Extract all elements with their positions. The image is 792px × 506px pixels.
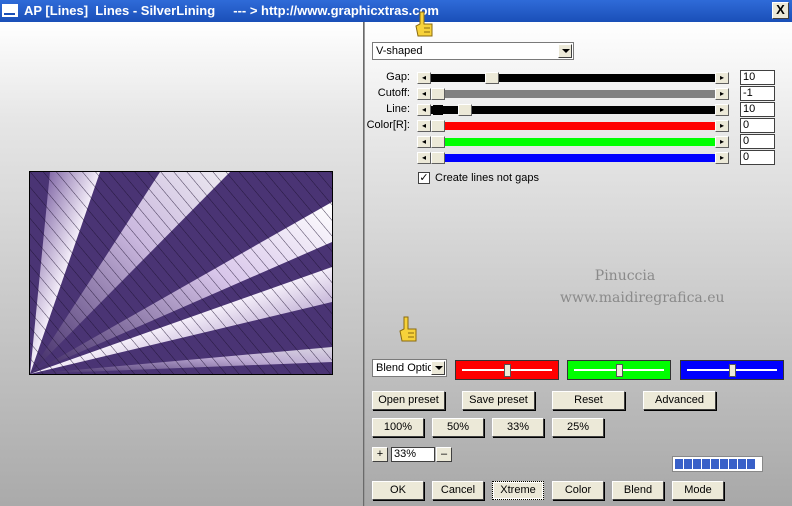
save-preset-button[interactable]: Save preset	[462, 391, 535, 410]
slider-label: Line:	[386, 103, 410, 115]
slider-row-0: Gap: ◂ ▸ 10	[365, 70, 785, 85]
slider-value-field[interactable]: 0	[740, 118, 775, 133]
slider-label: Color[R]:	[366, 119, 410, 131]
slider-decrement-button[interactable]: ◂	[417, 104, 431, 116]
slider-decrement-button[interactable]: ◂	[417, 136, 431, 148]
red-blend-knob[interactable]	[504, 364, 511, 377]
blue-blend-knob[interactable]	[729, 364, 736, 377]
slider-value-field[interactable]: 0	[740, 134, 775, 149]
slider-value-field[interactable]: 0	[740, 150, 775, 165]
watermark-url: www.maidiregrafica.eu	[560, 290, 725, 306]
zoom-out-button[interactable]: –	[436, 447, 452, 462]
slider-row-5: ◂ ▸ 0	[365, 150, 785, 165]
color-button[interactable]: Color	[552, 481, 604, 500]
slider-track[interactable]	[431, 74, 715, 82]
create-lines-checkbox[interactable]: ✓	[418, 172, 430, 184]
slider-value-field[interactable]: 10	[740, 70, 775, 85]
slider-label: Cutoff:	[377, 87, 410, 99]
slider-decrement-button[interactable]: ◂	[417, 120, 431, 132]
open-preset-button[interactable]: Open preset	[372, 391, 445, 410]
blend-button[interactable]: Blend	[612, 481, 664, 500]
zoom-33-button[interactable]: 33%	[492, 418, 544, 437]
slider-value-field[interactable]: -1	[740, 86, 775, 101]
title-bar: AP [Lines] Lines - SilverLining --- > ht…	[0, 0, 792, 22]
pointing-hand-icon	[415, 11, 433, 37]
slider-marker	[433, 105, 443, 115]
zoom-value-field[interactable]: 33%	[391, 447, 435, 462]
slider-thumb[interactable]	[431, 120, 445, 132]
advanced-button[interactable]: Advanced	[643, 391, 716, 410]
preview-pane	[0, 22, 363, 506]
reset-button[interactable]: Reset	[552, 391, 625, 410]
green-blend-knob[interactable]	[616, 364, 623, 377]
slider-row-1: Cutoff: ◂ ▸ -1	[365, 86, 785, 101]
slider-row-2: Line: ◂ ▸ 10	[365, 102, 785, 117]
slider-increment-button[interactable]: ▸	[715, 120, 729, 132]
slider-thumb[interactable]	[485, 72, 499, 84]
watermark-name: Pinuccia	[594, 268, 656, 284]
green-blend-slider[interactable]	[567, 360, 671, 380]
slider-increment-button[interactable]: ▸	[715, 88, 729, 100]
preview-image	[29, 171, 333, 375]
xtreme-button[interactable]: Xtreme	[492, 481, 544, 500]
close-button[interactable]: X	[772, 2, 789, 19]
slider-thumb[interactable]	[458, 104, 472, 116]
zoom-25-button[interactable]: 25%	[552, 418, 604, 437]
mode-button[interactable]: Mode	[672, 481, 724, 500]
zoom-in-button[interactable]: +	[372, 447, 388, 462]
slider-decrement-button[interactable]: ◂	[417, 88, 431, 100]
blend-options-value: Blend Optio	[376, 362, 434, 374]
progress-indicator	[672, 456, 763, 472]
chevron-down-icon[interactable]	[431, 361, 445, 375]
zoom-100-button[interactable]: 100%	[372, 418, 424, 437]
checkmark-icon: ✓	[419, 172, 429, 184]
cancel-button[interactable]: Cancel	[432, 481, 484, 500]
slider-track[interactable]	[431, 122, 715, 130]
create-lines-label: Create lines not gaps	[435, 172, 539, 184]
slider-increment-button[interactable]: ▸	[715, 72, 729, 84]
slider-track[interactable]	[431, 106, 715, 114]
red-blend-slider[interactable]	[455, 360, 559, 380]
slider-thumb[interactable]	[431, 88, 445, 100]
slider-row-3: Color[R]: ◂ ▸ 0	[365, 118, 785, 133]
window-menu-icon[interactable]	[2, 4, 18, 17]
window-title: AP [Lines] Lines - SilverLining --- > ht…	[24, 3, 439, 18]
zoom-50-button[interactable]: 50%	[432, 418, 484, 437]
slider-decrement-button[interactable]: ◂	[417, 72, 431, 84]
blend-options-dropdown[interactable]: Blend Optio	[372, 359, 447, 377]
slider-increment-button[interactable]: ▸	[715, 104, 729, 116]
blue-blend-slider[interactable]	[680, 360, 784, 380]
slider-label: Gap:	[386, 71, 410, 83]
ok-button[interactable]: OK	[372, 481, 424, 500]
slider-track[interactable]	[431, 90, 715, 98]
slider-increment-button[interactable]: ▸	[715, 136, 729, 148]
preset-dropdown[interactable]: V-shaped	[372, 42, 574, 60]
chevron-down-icon[interactable]	[558, 44, 572, 58]
slider-thumb[interactable]	[431, 152, 445, 164]
slider-track[interactable]	[431, 138, 715, 146]
slider-increment-button[interactable]: ▸	[715, 152, 729, 164]
lines-effect-preview	[30, 172, 332, 374]
slider-thumb[interactable]	[431, 136, 445, 148]
slider-decrement-button[interactable]: ◂	[417, 152, 431, 164]
slider-row-4: ◂ ▸ 0	[365, 134, 785, 149]
slider-value-field[interactable]: 10	[740, 102, 775, 117]
preset-dropdown-value: V-shaped	[376, 45, 423, 57]
slider-track[interactable]	[431, 154, 715, 162]
pointing-hand-icon-2	[399, 316, 417, 342]
